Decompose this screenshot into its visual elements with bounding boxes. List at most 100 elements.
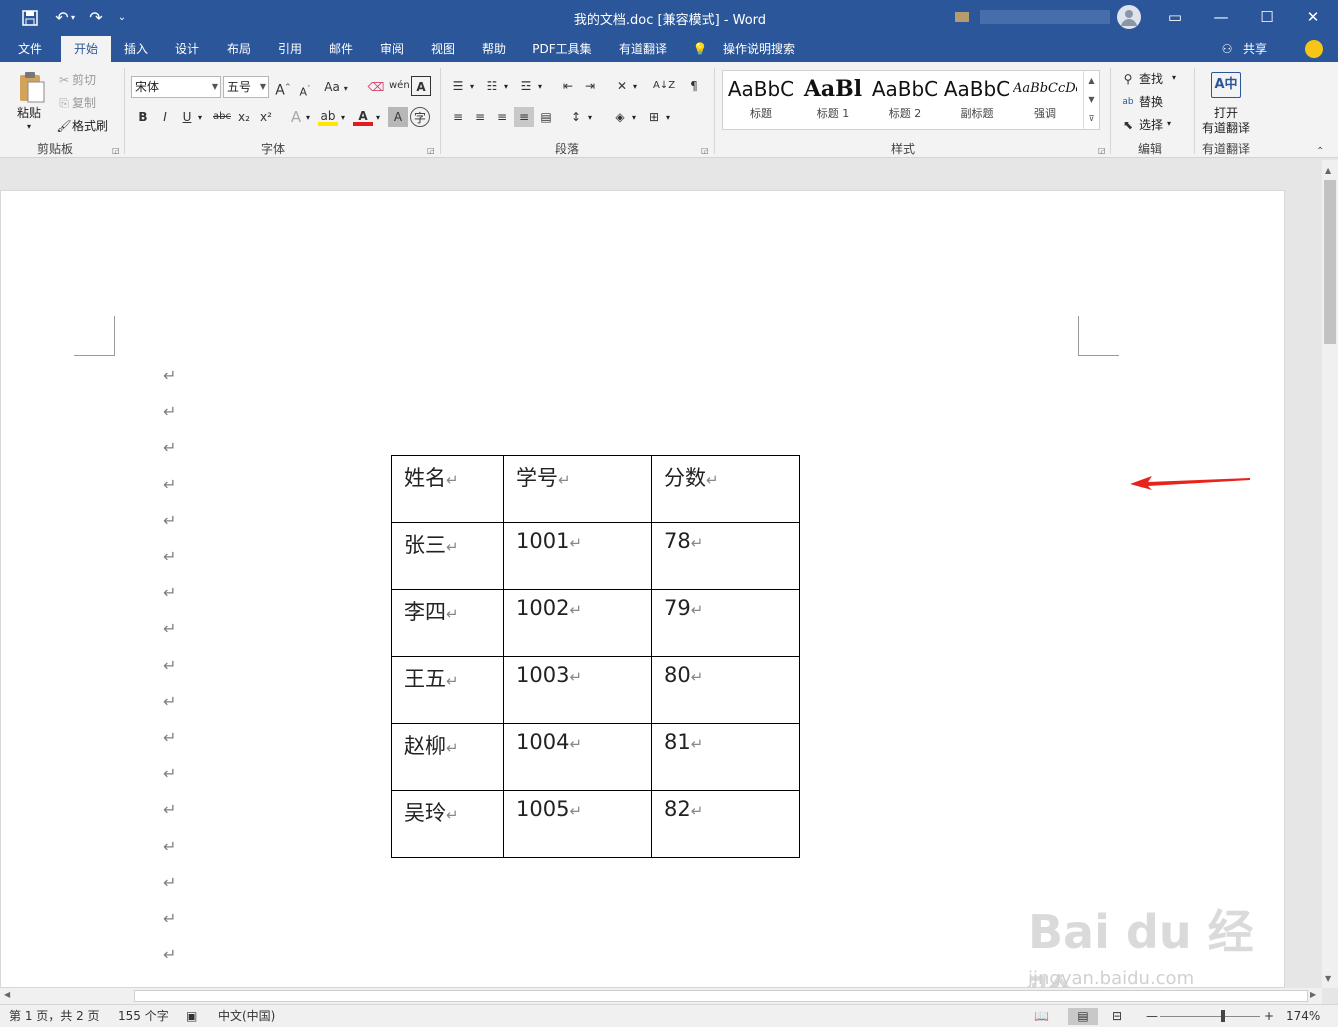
shrink-font-icon[interactable]: Aˇ (295, 79, 315, 99)
multilevel-dropdown-icon[interactable]: ▾ (538, 82, 542, 91)
table-cell[interactable]: 吴玲↵ (391, 790, 504, 858)
font-name-combo[interactable]: 宋体 ▼ (131, 76, 221, 98)
undo-dropdown-icon[interactable]: ▾ (68, 7, 78, 29)
numbering-dropdown-icon[interactable]: ▾ (504, 82, 508, 91)
justify-icon[interactable]: ≡ (514, 107, 534, 127)
close-button[interactable]: ✕ (1290, 0, 1336, 34)
cut-button[interactable]: 剪切 (72, 71, 96, 89)
h-scroll-thumb[interactable] (134, 990, 1308, 1002)
phonetic-guide-icon[interactable]: wén (389, 76, 410, 96)
find-dropdown-icon[interactable]: ▾ (1172, 73, 1176, 82)
table-cell[interactable]: 1002↵ (503, 589, 652, 657)
scroll-left-icon[interactable]: ◀ (4, 990, 10, 999)
table-cell[interactable]: 姓名↵ (391, 455, 504, 523)
highlight-dropdown-icon[interactable]: ▾ (341, 113, 345, 122)
scroll-right-icon[interactable]: ▶ (1310, 990, 1316, 999)
zoom-level[interactable]: 174% (1286, 1008, 1320, 1025)
align-right-icon[interactable]: ≡ (492, 107, 512, 127)
save-icon[interactable] (18, 7, 42, 29)
table-cell[interactable]: 1005↵ (503, 790, 652, 858)
table-cell[interactable]: 张三↵ (391, 522, 504, 590)
shading-icon[interactable]: ◈ (610, 107, 630, 127)
clear-formatting-icon[interactable]: ⌫ (366, 77, 386, 97)
tab-home[interactable]: 开始 (61, 36, 111, 62)
strikethrough-button[interactable]: abc (210, 107, 234, 127)
horizontal-scrollbar[interactable]: ◀ ▶ (0, 988, 1322, 1004)
format-painter-button[interactable]: 格式刷 (72, 117, 108, 135)
replace-button[interactable]: 替换 (1139, 93, 1163, 111)
chinese-layout-dropdown-icon[interactable]: ▾ (633, 82, 637, 91)
customize-qat-icon[interactable]: ⌄ (112, 7, 132, 29)
tab-layout[interactable]: 布局 (219, 36, 259, 62)
print-layout-icon[interactable]: ▤ (1068, 1008, 1098, 1025)
proofing-icon[interactable]: ▣ (186, 1008, 197, 1025)
zoom-out-icon[interactable]: — (1146, 1008, 1158, 1025)
paragraph-launcher-icon[interactable]: ◲ (701, 146, 709, 155)
style-emphasis[interactable]: AaBbCcDd 强调 (1013, 73, 1077, 129)
language[interactable]: 中文(中国) (218, 1008, 275, 1025)
minimize-button[interactable]: — (1198, 0, 1244, 34)
redo-icon[interactable]: ↷ (84, 7, 108, 29)
select-button[interactable]: 选择 (1139, 116, 1163, 134)
table-cell[interactable]: 王五↵ (391, 656, 504, 724)
table-cell[interactable]: 82↵ (651, 790, 800, 858)
tab-insert[interactable]: 插入 (116, 36, 156, 62)
collapse-ribbon-icon[interactable]: ⌃ (1316, 146, 1324, 157)
web-layout-icon[interactable]: ⊟ (1112, 1008, 1122, 1025)
bullets-icon[interactable]: ☰ (448, 76, 468, 96)
text-effects-icon[interactable]: A (286, 107, 306, 127)
score-table[interactable]: 姓名↵ 学号↵ 分数↵ 张三↵ 1001↵ 78↵ 李四↵ 1002↵ 79↵ 王五↵ 1003↵ 8… (391, 455, 800, 858)
distributed-icon[interactable]: ▤ (536, 107, 556, 127)
copy-button[interactable]: 复制 (72, 94, 96, 112)
page-count[interactable]: 第 1 页，共 2 页 (9, 1008, 100, 1025)
character-border-icon[interactable]: A (411, 76, 431, 96)
decrease-indent-icon[interactable]: ⇤ (558, 76, 578, 96)
vertical-scrollbar[interactable]: ▲ ▼ (1322, 160, 1338, 988)
select-dropdown-icon[interactable]: ▾ (1167, 119, 1171, 128)
table-cell[interactable]: 李四↵ (391, 589, 504, 657)
style-subtitle[interactable]: AaBbC 副标题 (941, 73, 1013, 129)
zoom-in-icon[interactable]: + (1264, 1008, 1274, 1025)
enclose-characters-icon[interactable]: 字 (410, 107, 430, 127)
tab-review[interactable]: 审阅 (372, 36, 412, 62)
user-avatar[interactable] (1117, 5, 1141, 29)
maximize-button[interactable]: ☐ (1244, 0, 1290, 34)
tab-mailings[interactable]: 邮件 (321, 36, 361, 62)
styles-scroll[interactable]: ▲ ▼ ⊽ (1083, 71, 1099, 129)
tab-file[interactable]: 文件 (8, 36, 52, 62)
table-cell[interactable]: 81↵ (651, 723, 800, 791)
grow-font-icon[interactable]: A^ (273, 77, 293, 99)
table-cell[interactable]: 78↵ (651, 522, 800, 590)
line-spacing-icon[interactable]: ↕ (566, 107, 586, 127)
zoom-slider[interactable] (1160, 1016, 1260, 1017)
sort-icon[interactable]: A↓Z (653, 76, 675, 96)
bold-button[interactable]: B (133, 107, 153, 127)
align-left-icon[interactable]: ≡ (448, 107, 468, 127)
italic-button[interactable]: I (155, 107, 175, 127)
borders-dropdown-icon[interactable]: ▾ (666, 113, 670, 122)
font-color-dropdown-icon[interactable]: ▾ (376, 113, 380, 122)
subscript-button[interactable]: x₂ (234, 107, 254, 127)
tab-references[interactable]: 引用 (270, 36, 310, 62)
ribbon-display-options-icon[interactable]: ▭ (1152, 0, 1198, 34)
share-button[interactable]: 共享 (1238, 36, 1272, 62)
font-color-icon[interactable]: A (353, 106, 373, 126)
tell-me-search[interactable]: 操作说明搜索 (714, 36, 804, 62)
table-cell[interactable]: 1001↵ (503, 522, 652, 590)
table-cell[interactable]: 1004↵ (503, 723, 652, 791)
styles-launcher-icon[interactable]: ◲ (1098, 146, 1106, 155)
paste-dropdown-icon[interactable]: ▾ (27, 122, 31, 131)
chinese-layout-icon[interactable]: ✕ (612, 76, 632, 96)
increase-indent-icon[interactable]: ⇥ (580, 76, 600, 96)
table-cell[interactable]: 1003↵ (503, 656, 652, 724)
shading-dropdown-icon[interactable]: ▾ (632, 113, 636, 122)
clipboard-launcher-icon[interactable]: ◲ (112, 146, 120, 155)
multilevel-list-icon[interactable]: ☲ (516, 76, 536, 96)
text-effects-dropdown-icon[interactable]: ▾ (306, 113, 310, 122)
table-cell[interactable]: 79↵ (651, 589, 800, 657)
borders-icon[interactable]: ⊞ (644, 107, 664, 127)
align-center-icon[interactable]: ≡ (470, 107, 490, 127)
underline-button[interactable]: U (177, 107, 197, 127)
numbering-icon[interactable]: ☷ (482, 76, 502, 96)
underline-dropdown-icon[interactable]: ▾ (198, 113, 202, 122)
